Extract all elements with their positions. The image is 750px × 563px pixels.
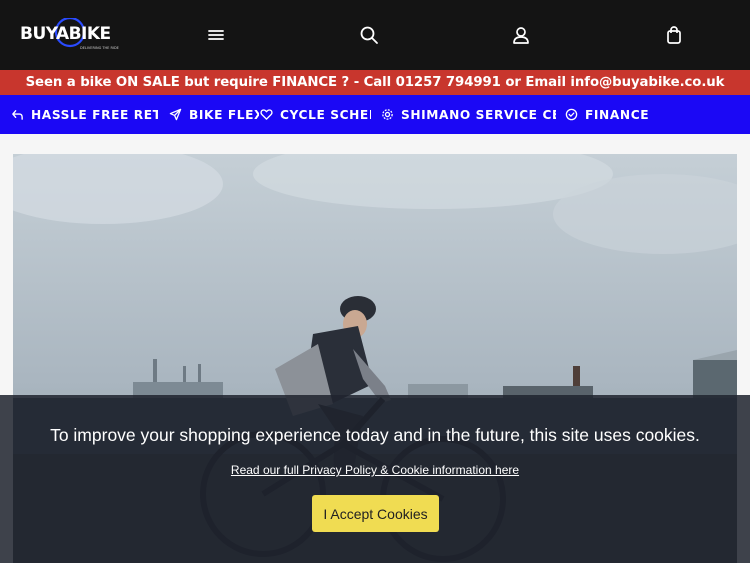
svg-text:DELIVERING THE RIDE: DELIVERING THE RIDE — [80, 46, 119, 50]
nav-item-shimano-service-centre[interactable]: SHIMANO SERVICE CENTRE — [381, 95, 556, 134]
svg-text:BUYABIKE: BUYABIKE — [20, 24, 111, 44]
finance-promo-bar[interactable]: Seen a bike ON SALE but require FINANCE … — [0, 70, 750, 95]
account-icon[interactable] — [510, 24, 532, 46]
usp-nav-bar: HASSLE FREE RETURNS BIKE FLEX CYCLE SCHE… — [0, 95, 750, 134]
nav-item-finance[interactable]: FINANCE — [565, 95, 655, 134]
cookie-message: To improve your shopping experience toda… — [50, 425, 700, 445]
search-icon[interactable] — [358, 24, 380, 46]
nav-item-hassle-free-returns[interactable]: HASSLE FREE RETURNS — [11, 95, 158, 134]
heart-icon — [260, 109, 273, 120]
nav-item-label: BIKE FLEX — [189, 107, 259, 122]
gear-icon — [382, 109, 393, 120]
bag-icon[interactable] — [663, 24, 685, 46]
nav-item-label: FINANCE — [585, 107, 650, 122]
promo-text: Seen a bike ON SALE but require FINANCE … — [25, 75, 725, 90]
nav-item-label: HASSLE FREE RETURNS — [31, 107, 158, 122]
accept-cookies-button[interactable]: I Accept Cookies — [312, 495, 439, 532]
nav-item-bike-flex[interactable]: BIKE FLEX — [169, 95, 259, 134]
send-icon — [169, 108, 182, 121]
nav-item-cycle-scheme[interactable]: CYCLE SCHEME — [260, 95, 371, 134]
return-arrow-icon — [12, 110, 23, 120]
privacy-policy-link[interactable]: Read our full Privacy Policy & Cookie in… — [231, 463, 519, 477]
nav-item-label: CYCLE SCHEME — [280, 107, 371, 122]
menu-icon[interactable] — [205, 24, 227, 46]
check-circle-icon — [565, 108, 578, 121]
cookie-consent-banner: To improve your shopping experience toda… — [0, 395, 750, 563]
buyabike-logo[interactable]: BUYABIKE DELIVERING THE RIDE — [20, 16, 122, 52]
site-header: BUYABIKE DELIVERING THE RIDE — [0, 0, 750, 70]
privacy-policy-link-wrap: Read our full Privacy Policy & Cookie in… — [0, 463, 750, 477]
nav-item-label: SHIMANO SERVICE CENTRE — [401, 107, 556, 122]
